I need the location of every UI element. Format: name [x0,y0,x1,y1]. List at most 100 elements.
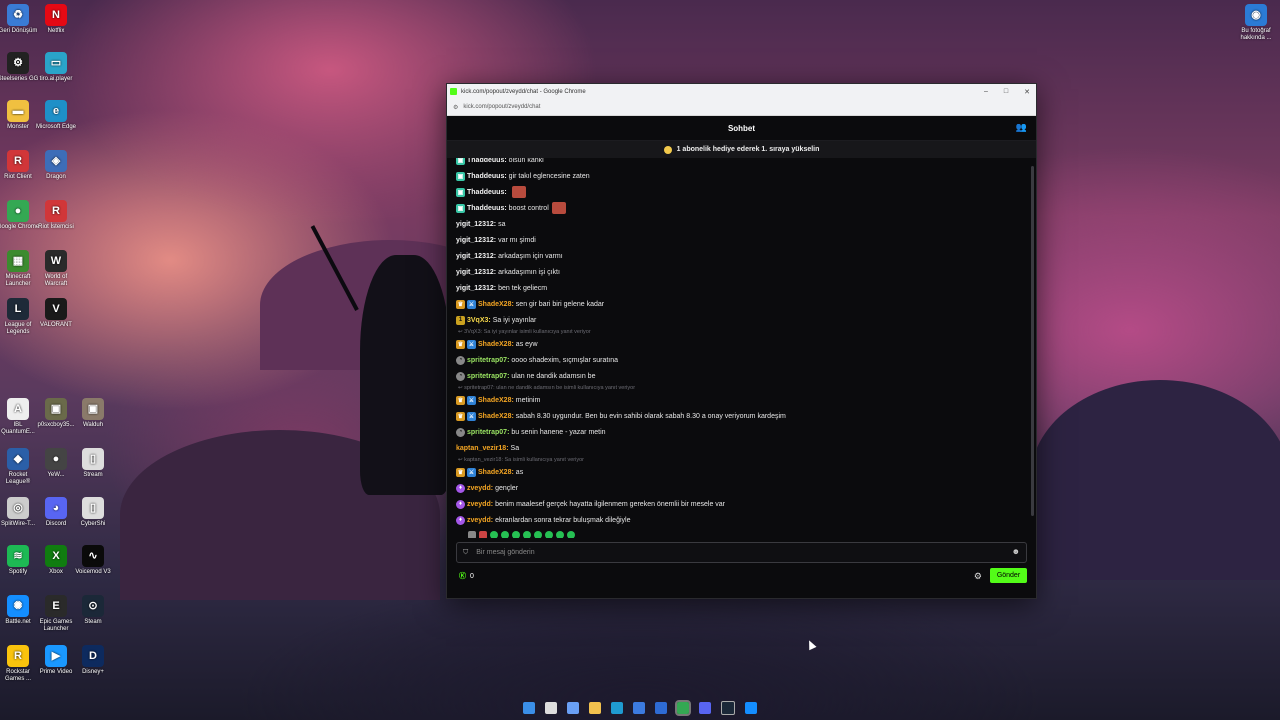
chat-username[interactable]: 3VqX3: [467,317,491,324]
chat-message[interactable]: ♛ ⚔ ShadeX28: sabah 8.30 uygundur. Ben bu e… [456,408,1036,424]
emote-icon[interactable] [512,531,520,538]
gift-sub-banner[interactable]: 1 abonelik hediye ederek 1. sıraya yükse… [447,141,1036,158]
chat-username[interactable]: ShadeX28: [478,413,514,420]
chat-username[interactable]: spritetrap07: [467,373,509,380]
chat-username[interactable]: ShadeX28: [478,341,514,348]
discord-taskbar-icon[interactable] [699,702,711,714]
chat-username[interactable]: kaptan_vezir18: [456,445,509,452]
chat-username[interactable]: spritetrap07: [467,429,509,436]
desktop-icon[interactable]: ▣ Walduh [71,398,115,429]
chat-message[interactable]: yigit_12312: sa [456,216,1036,232]
url-text[interactable]: kick.com/popout/zveydd/chat [463,104,540,110]
desktop-icon[interactable]: R Riot İstemcisi [34,200,78,231]
chat-messages[interactable]: ▣ Thaddeuus: olsun kanki ▣ Thaddeuus: gir tak… [447,158,1036,538]
chat-username[interactable]: yigit_12312: [456,285,496,292]
steam-taskbar-icon[interactable] [721,701,735,715]
file-explorer-icon[interactable] [589,702,601,714]
chat-message[interactable]: ♦ zveydd: gençler [456,480,1036,496]
chat-username[interactable]: zveydd: [467,501,493,508]
chat-username[interactable]: Thaddeuus: [467,205,507,212]
emote-icon[interactable] [490,531,498,538]
users-icon[interactable]: 👥 [1016,122,1027,133]
emote-icon[interactable] [567,531,575,538]
chat-message[interactable]: yigit_12312: arkadaşım için varmı [456,248,1036,264]
desktop-icon-photo-info[interactable]: ◉ Bu fotoğraf hakkında ... [1234,4,1278,42]
chat-header: Sohbet 👥 [447,116,1036,141]
mail-icon[interactable] [633,702,645,714]
emote-icon[interactable] [545,531,553,538]
chat-message[interactable]: ▣ Thaddeuus: boost control [456,200,1036,216]
battlenet-taskbar-icon[interactable] [745,702,757,714]
chat-username[interactable]: yigit_12312: [456,237,496,244]
chat-username[interactable]: ShadeX28: [478,301,514,308]
window-titlebar[interactable]: kick.com/popout/zveydd/chat - Google Chr… [447,84,1036,99]
site-info-icon[interactable]: ⚙ [453,104,458,111]
chat-username[interactable]: ShadeX28: [478,397,514,404]
desktop-icon[interactable]: ∿ Voicemod V3 [71,545,115,576]
chat-username[interactable]: Thaddeuus: [467,189,507,196]
chat-username[interactable]: zveydd: [467,517,493,524]
chat-message[interactable]: yigit_12312: arkadaşımın işi çıktı [456,264,1036,280]
maximize-button[interactable]: □ [1004,88,1008,95]
chrome-taskbar-icon[interactable] [675,700,691,716]
desktop-icon[interactable]: ⊙ Steam [71,595,115,626]
chat-message[interactable]: ◔ spritetrap07: bu senin hanene - yazar me… [456,424,1036,440]
desktop-icon[interactable]: ▯ Stream [71,448,115,479]
settings-gear-icon[interactable]: ⚙ [974,571,982,582]
emoji-picker-icon[interactable]: ☻ [1012,547,1020,556]
chat-message[interactable]: ▣ Thaddeuus: gir takıl eglencesine zaten [456,168,1036,184]
minimize-button[interactable]: – [984,88,988,95]
chat-username[interactable]: yigit_12312: [456,253,496,260]
chat-message[interactable]: ♛ ⚔ ShadeX28: sen gir bari biri gelene kada… [456,296,1036,312]
chat-message[interactable]: ▣ Thaddeuus: olsun kanki [456,158,1036,168]
send-button[interactable]: Gönder [990,568,1027,583]
chat-message[interactable]: 1 3VqX3: Sa iyi yayınlar [456,312,1036,328]
emote-icon[interactable] [479,531,487,538]
chat-username[interactable]: ShadeX28: [478,469,514,476]
emote-icon[interactable] [556,531,564,538]
reply-context[interactable]: ↩ spritetrap07: ulan ne dandik adamsın b… [456,384,1036,392]
desktop-icon[interactable]: D Disney+ [71,645,115,676]
reply-context[interactable]: ↩ 3VqX3: Sa iyi yayınlar isimli kullanıc… [456,328,1036,336]
close-button[interactable]: ✕ [1024,88,1030,96]
emote-icon[interactable] [501,531,509,538]
chat-username[interactable]: yigit_12312: [456,269,496,276]
chat-username[interactable]: yigit_12312: [456,221,496,228]
chat-message[interactable]: yigit_12312: var mı şimdi [456,232,1036,248]
reply-context[interactable]: ↩ kaptan_vezir18: Sa isimli kullanıcıya … [456,456,1036,464]
emote-icon[interactable] [468,531,476,538]
desktop-icon[interactable]: W World of Warcraft [34,250,78,288]
chat-username[interactable]: spritetrap07: [467,357,509,364]
emote-icon[interactable] [523,531,531,538]
chat-message[interactable]: kaptan_vezir18: Sa [456,440,1036,456]
kick-points-icon[interactable]: Ⓚ [459,571,466,581]
chat-message[interactable]: yigit_12312: ben tek geliecm [456,280,1036,296]
desktop-icon[interactable]: ▭ tiro.ai.player [34,52,78,83]
chat-message[interactable]: ◔ spritetrap07: oooo shadexim, sıçmışlar s… [456,352,1036,368]
task-view-icon[interactable] [545,702,557,714]
desktop-icon[interactable]: e Microsoft Edge [34,100,78,131]
chat-message[interactable]: ♛ ⚔ ShadeX28: metinim [456,392,1036,408]
input-placeholder[interactable]: Bir mesaj gönderin [476,549,534,556]
chat-username[interactable]: Thaddeuus: [467,158,507,164]
chat-message[interactable]: ♛ ⚔ ShadeX28: as eyw [456,336,1036,352]
chat-message-input[interactable]: ⛉ Bir mesaj gönderin ☻ [456,542,1027,563]
emote-icon[interactable] [534,531,542,538]
copilot-icon[interactable] [567,702,579,714]
desktop-icon[interactable]: ▯ CyberShi [71,497,115,528]
chat-scrollbar[interactable] [1031,166,1034,516]
chat-username[interactable]: Thaddeuus: [467,173,507,180]
desktop-icon[interactable]: N Netflix [34,4,78,35]
chat-message[interactable]: ♦ zveydd: ekranlardan sonra tekrar buluşma… [456,512,1036,528]
start-icon[interactable] [523,702,535,714]
edge-icon[interactable] [611,702,623,714]
chat-message[interactable]: ▣ Thaddeuus: [456,184,1036,200]
chat-message[interactable]: ♦ zveydd: benim maalesef gerçek hayatta il… [456,496,1036,512]
desktop-icon[interactable]: ◈ Dragon [34,150,78,181]
store-icon[interactable] [655,702,667,714]
chat-message[interactable]: ◔ spritetrap07: ulan ne dandik adamsın be [456,368,1036,384]
chat-username[interactable]: zveydd: [467,485,493,492]
address-bar[interactable]: ⚙ kick.com/popout/zveydd/chat [447,99,1036,116]
desktop-icon[interactable]: V VALORANT [34,298,78,329]
chat-message[interactable]: ♛ ⚔ ShadeX28: as [456,464,1036,480]
